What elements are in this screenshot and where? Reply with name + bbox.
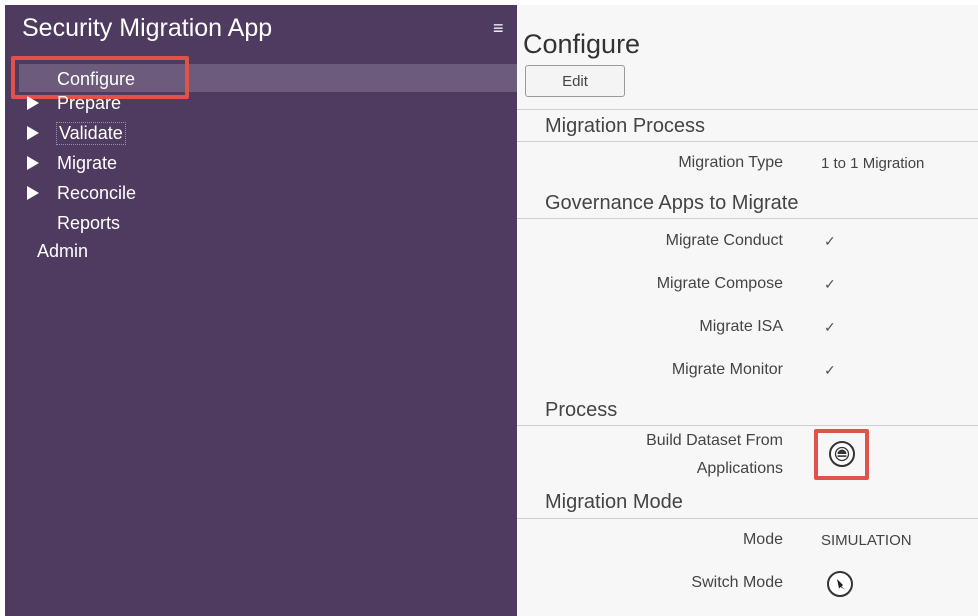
sidebar-item-admin[interactable]: Admin (37, 238, 88, 264)
build-dataset-label-line1: Build Dataset From (646, 432, 783, 449)
triangle-right-icon (27, 126, 39, 140)
migrate-conduct-checkbox[interactable]: ✓ (824, 234, 838, 248)
divider (517, 218, 978, 219)
divider (517, 425, 978, 426)
migration-type-value: 1 to 1 Migration (821, 155, 925, 172)
mode-value: SIMULATION (821, 532, 912, 549)
edit-button[interactable]: Edit (525, 65, 625, 97)
build-dataset-highlight-box (814, 429, 869, 480)
migrate-monitor-checkbox[interactable]: ✓ (824, 363, 838, 377)
divider (517, 141, 978, 142)
switch-mode-label: Switch Mode (691, 574, 783, 591)
page-title: Configure (523, 29, 641, 59)
hamburger-menu-icon[interactable]: ≡ (493, 19, 504, 37)
sidebar-item-migrate[interactable]: Migrate (27, 150, 117, 176)
sidebar-item-label: Reconcile (57, 182, 137, 203)
sidebar-item-validate[interactable]: Validate (27, 120, 126, 146)
sidebar-item-label: Migrate (57, 152, 118, 173)
triangle-right-icon (27, 96, 39, 110)
sidebar-item-label: Prepare (57, 93, 122, 113)
section-title-migration-process: Migration Process (545, 115, 706, 137)
divider (517, 109, 978, 110)
section-title-migration-mode: Migration Mode (545, 491, 683, 513)
section-title-process: Process (545, 399, 618, 421)
sidebar-item-reconcile[interactable]: Reconcile (27, 180, 136, 206)
sidebar: Security Migration App ≡ Configure Prepa… (5, 5, 517, 616)
migration-type-label: Migration Type (678, 154, 783, 171)
sidebar-item-reports[interactable]: Reports (57, 210, 120, 236)
migrate-compose-checkbox[interactable]: ✓ (824, 277, 838, 291)
sidebar-item-label: Reports (57, 212, 121, 233)
mode-label: Mode (742, 531, 783, 548)
section-title-governance: Governance Apps to Migrate (545, 192, 799, 214)
divider (517, 518, 978, 519)
migrate-isa-label: Migrate ISA (699, 318, 783, 335)
app-title: Security Migration App (22, 14, 273, 42)
switch-mode-button[interactable] (827, 571, 853, 597)
build-dataset-label-line2: Applications (696, 460, 783, 477)
switch-mode-icon (837, 579, 845, 590)
sidebar-item-prepare[interactable]: Prepare (27, 93, 121, 113)
main-content: Configure Edit Migration Process Migrati… (517, 5, 978, 616)
checkmark-icon: ✓ (824, 319, 836, 335)
checkmark-icon: ✓ (824, 362, 836, 378)
triangle-right-icon (27, 186, 39, 200)
migrate-conduct-label: Migrate Conduct (665, 232, 783, 249)
migrate-monitor-label: Migrate Monitor (671, 361, 783, 378)
checkmark-icon: ✓ (824, 233, 836, 249)
migrate-isa-checkbox[interactable]: ✓ (824, 320, 838, 334)
sidebar-item-label: Admin (37, 240, 89, 261)
checkmark-icon: ✓ (824, 276, 836, 292)
migrate-compose-label: Migrate Compose (656, 275, 783, 292)
sidebar-item-label: Validate (56, 121, 126, 145)
triangle-right-icon (27, 156, 39, 170)
